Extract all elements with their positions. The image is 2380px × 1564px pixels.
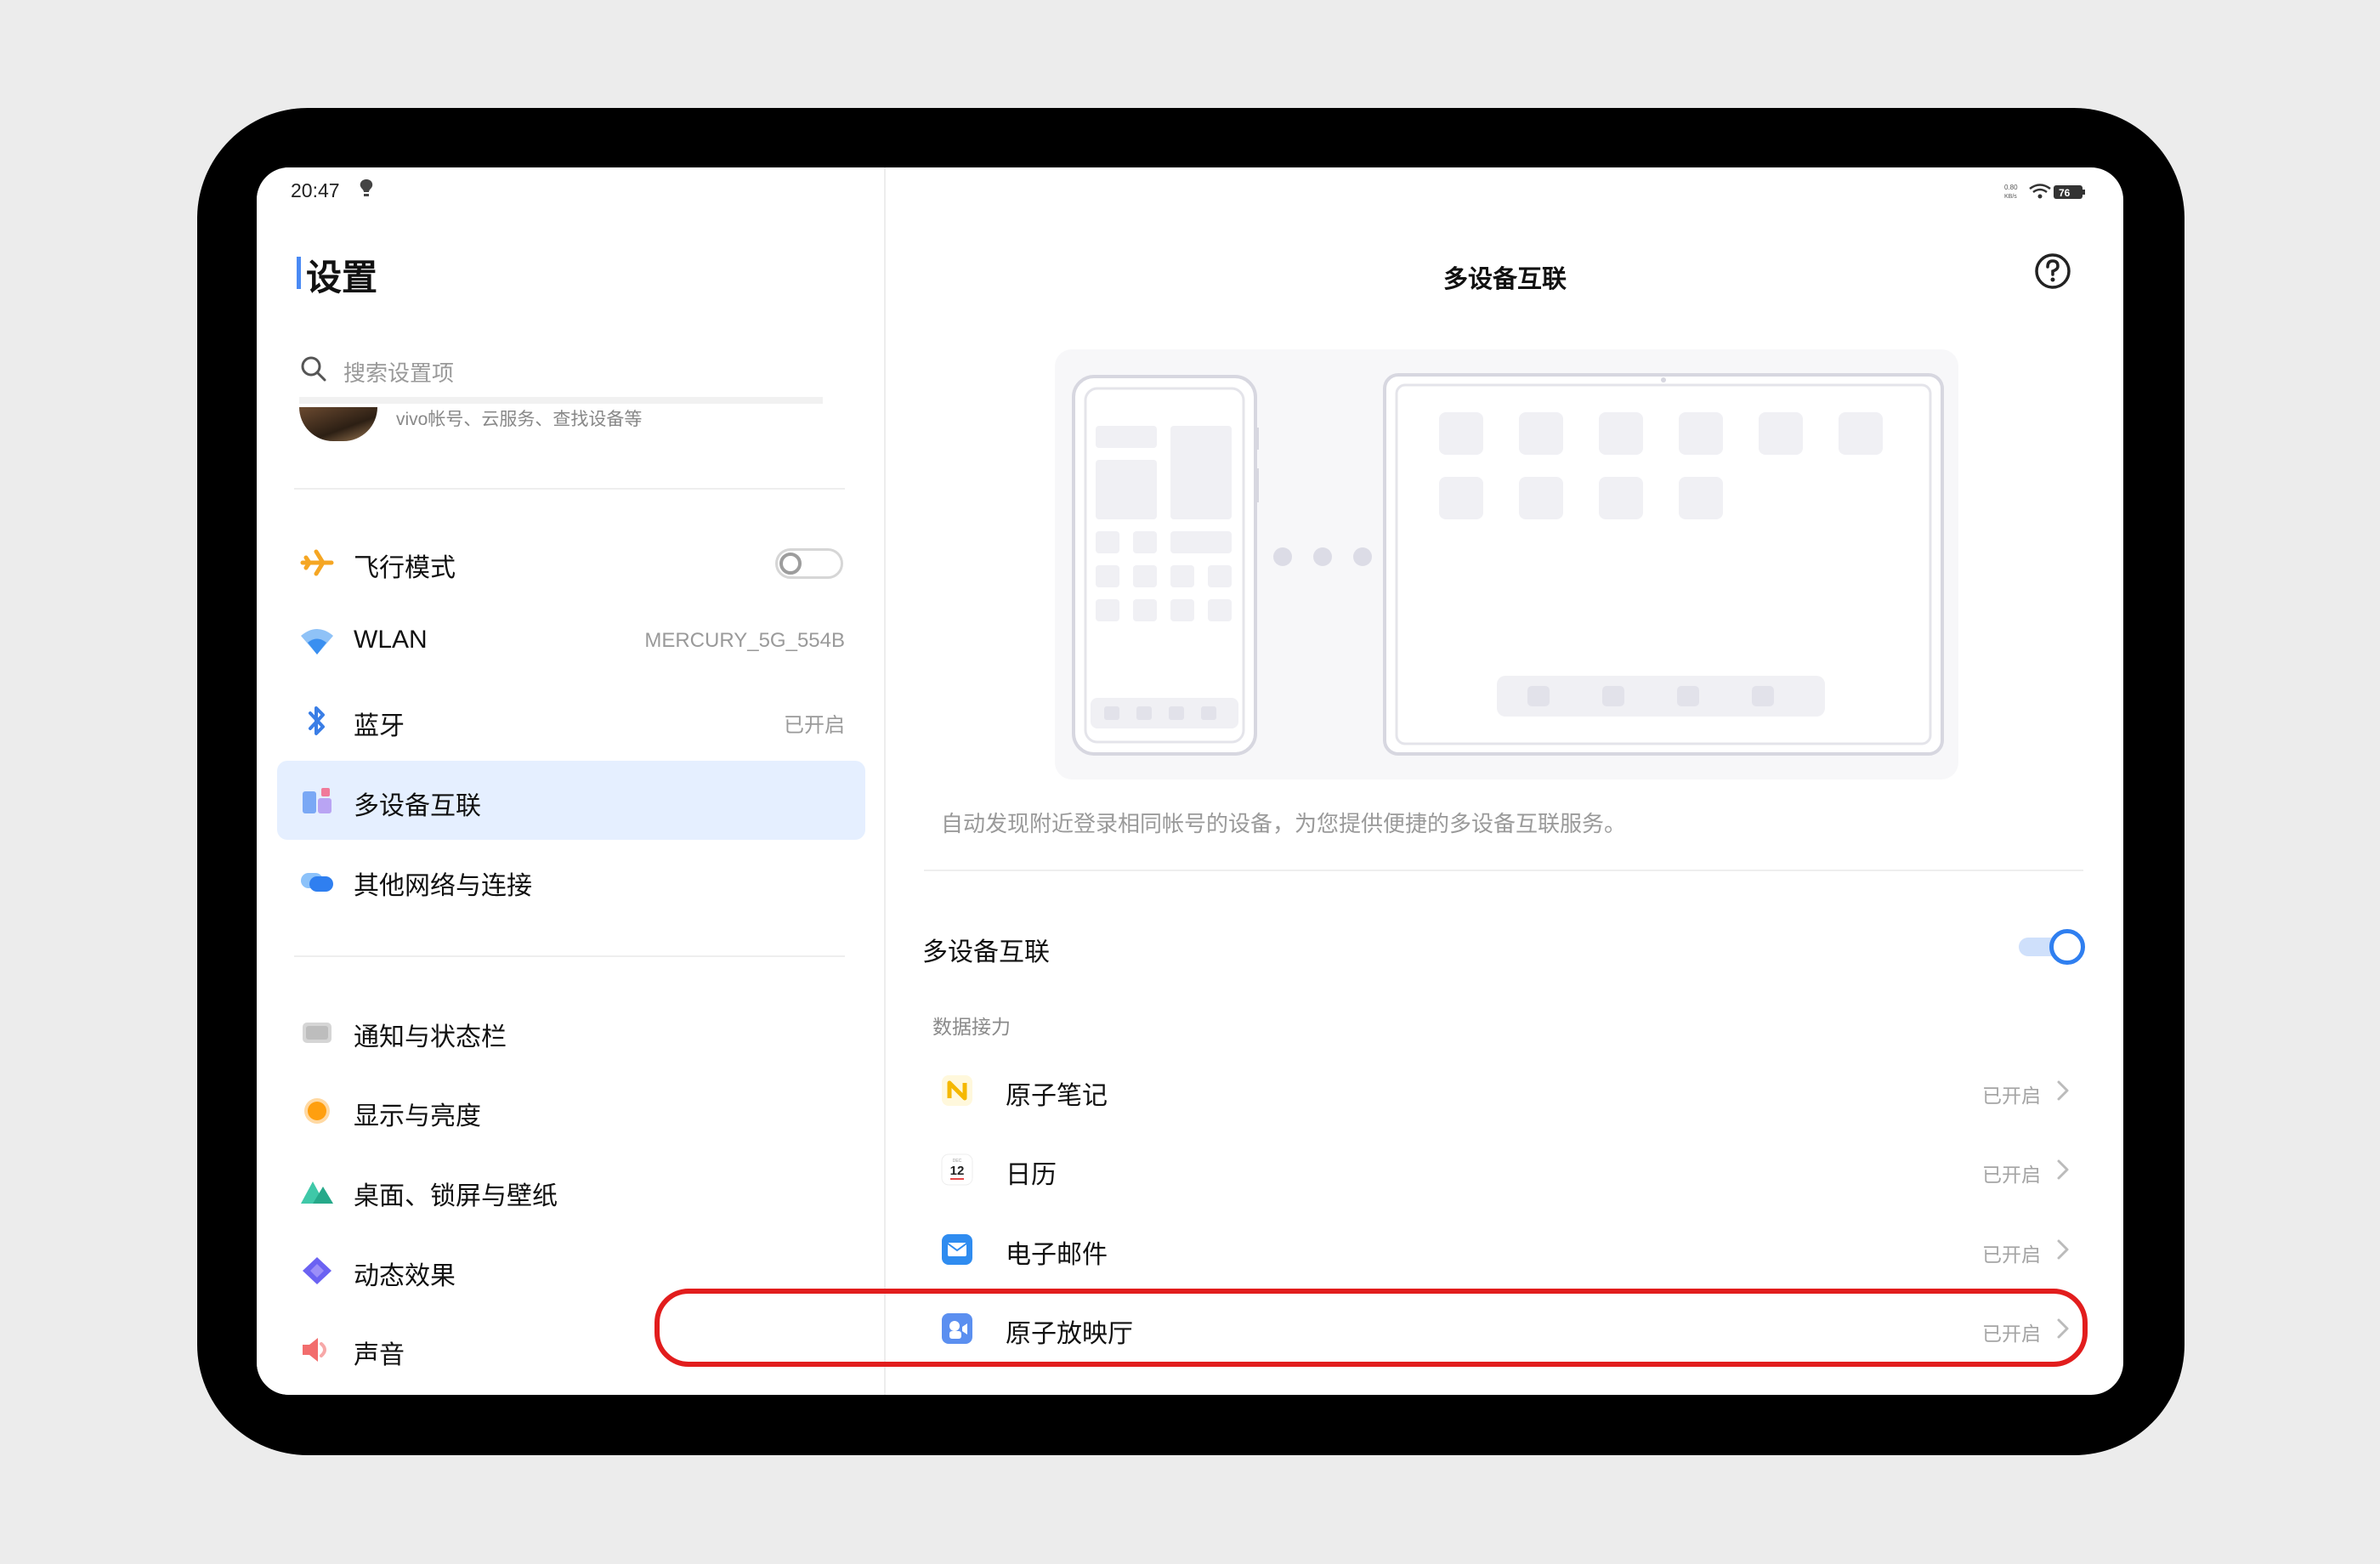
sidebar-item-sound[interactable]: 声音 bbox=[277, 1310, 865, 1389]
app-label: 原子放映厅 bbox=[1006, 1320, 1133, 1348]
app-status: 已开启 bbox=[1982, 1323, 2041, 1345]
main-panel: 0.80 KB/s 76 多设备互联 自动发现附近登录相同帐号的设备，为您提供便… bbox=[887, 167, 2123, 1395]
atom-theater-icon bbox=[942, 1313, 972, 1344]
svg-text:0.80: 0.80 bbox=[2004, 184, 2018, 191]
toggle-label: 多设备互联 bbox=[922, 938, 1050, 966]
app-label: 日历 bbox=[1006, 1161, 1057, 1189]
bulb-icon bbox=[360, 179, 373, 196]
multi-device-illustration bbox=[1055, 349, 1958, 779]
account-subtitle[interactable]: vivo帐号、云服务、查找设备等 bbox=[396, 405, 642, 431]
wallpaper-icon bbox=[301, 1182, 333, 1204]
bluetooth-icon bbox=[309, 706, 325, 735]
sidebar-item-bluetooth[interactable]: 蓝牙 已开启 bbox=[277, 681, 865, 760]
sidebar-item-airplane-mode[interactable]: 飞行模式 bbox=[277, 523, 865, 602]
panel-title: 多设备互联 bbox=[1442, 266, 1567, 293]
sidebar-item-label: 多设备互联 bbox=[354, 792, 481, 820]
feature-description: 自动发现附近登录相同帐号的设备，为您提供便捷的多设备互联服务。 bbox=[941, 811, 1627, 836]
tablet-screen: 20:47 设置 搜索设置项 vivo帐号、云服务、查找设备等 飞行模式 WLA… bbox=[257, 167, 2123, 1395]
search-bar[interactable]: 搜索设置项 bbox=[299, 346, 823, 404]
calendar-icon: DEC 12 bbox=[941, 1153, 973, 1186]
app-row-email[interactable]: 电子邮件 已开启 bbox=[924, 1211, 2088, 1288]
sound-icon bbox=[303, 1338, 326, 1362]
svg-text:76: 76 bbox=[2059, 187, 2071, 199]
sidebar-item-display[interactable]: 显示与亮度 bbox=[277, 1071, 865, 1150]
app-label: 电子邮件 bbox=[1006, 1241, 1108, 1269]
sidebar-item-dynamic-effects[interactable]: 动态效果 bbox=[277, 1231, 865, 1310]
search-icon bbox=[301, 356, 326, 382]
avatar[interactable] bbox=[299, 407, 377, 441]
airplane-icon bbox=[300, 549, 334, 576]
search-input[interactable]: 搜索设置项 bbox=[343, 356, 454, 388]
sidebar-item-label: 动态效果 bbox=[354, 1262, 456, 1290]
wlan-network-name: MERCURY_5G_554B bbox=[644, 629, 845, 652]
chevron-right-icon bbox=[2057, 1239, 2069, 1260]
sidebar-item-label: 蓝牙 bbox=[354, 712, 405, 740]
sidebar-item-label: 声音 bbox=[354, 1341, 405, 1369]
airplane-mode-toggle[interactable] bbox=[775, 548, 843, 579]
app-row-atom-notes[interactable]: 原子笔记 已开启 bbox=[924, 1052, 2088, 1129]
sidebar-item-label: WLAN bbox=[354, 626, 428, 654]
cloud-network-icon bbox=[301, 873, 333, 892]
chevron-right-icon bbox=[2057, 1080, 2069, 1101]
multi-device-icon bbox=[303, 788, 332, 813]
sidebar-item-label: 其他网络与连接 bbox=[354, 872, 532, 900]
bluetooth-status: 已开启 bbox=[784, 714, 845, 737]
app-row-atom-theater[interactable]: 原子放映厅 已开启 bbox=[924, 1290, 2088, 1367]
divider bbox=[294, 955, 845, 957]
email-icon bbox=[942, 1234, 972, 1265]
sidebar-item-label: 通知与状态栏 bbox=[354, 1023, 507, 1051]
settings-sidebar: 20:47 设置 搜索设置项 vivo帐号、云服务、查找设备等 飞行模式 WLA… bbox=[257, 167, 886, 1395]
app-label: 原子笔记 bbox=[1006, 1082, 1108, 1110]
status-icons: 0.80 KB/s 76 bbox=[2004, 184, 2085, 200]
page-title: 设置 bbox=[306, 258, 378, 298]
sidebar-item-label: 显示与亮度 bbox=[354, 1102, 481, 1130]
title-cursor bbox=[297, 257, 301, 289]
atom-notes-icon bbox=[942, 1075, 972, 1106]
section-header: 数据接力 bbox=[932, 1016, 1011, 1038]
sidebar-item-notifications[interactable]: 通知与状态栏 bbox=[277, 992, 865, 1071]
multi-device-toggle-row[interactable]: 多设备互联 bbox=[922, 912, 2087, 980]
chevron-right-icon bbox=[2057, 1318, 2069, 1339]
sidebar-item-label: 飞行模式 bbox=[354, 554, 456, 582]
svg-text:12: 12 bbox=[950, 1164, 965, 1178]
svg-text:KB/s: KB/s bbox=[2004, 194, 2017, 200]
notification-icon bbox=[303, 1023, 332, 1043]
status-time: 20:47 bbox=[291, 179, 340, 201]
sidebar-item-wallpaper[interactable]: 桌面、锁屏与壁纸 bbox=[277, 1151, 865, 1230]
app-status: 已开启 bbox=[1982, 1244, 2041, 1266]
sidebar-item-label: 桌面、锁屏与壁纸 bbox=[354, 1182, 558, 1210]
wifi-icon bbox=[301, 629, 333, 654]
divider bbox=[924, 870, 2083, 871]
divider bbox=[294, 488, 845, 490]
dynamic-effects-icon bbox=[303, 1257, 332, 1284]
sidebar-item-multi-device[interactable]: 多设备互联 bbox=[277, 761, 865, 840]
multi-device-toggle[interactable] bbox=[2019, 929, 2085, 965]
sidebar-item-other-networks[interactable]: 其他网络与连接 bbox=[277, 841, 865, 920]
chevron-right-icon bbox=[2057, 1159, 2069, 1180]
sidebar-item-wlan[interactable]: WLAN MERCURY_5G_554B bbox=[277, 602, 865, 681]
brightness-icon bbox=[304, 1098, 330, 1124]
help-icon[interactable] bbox=[2032, 250, 2074, 292]
app-row-calendar[interactable]: DEC 12 日历 已开启 bbox=[924, 1131, 2088, 1208]
app-status: 已开启 bbox=[1982, 1164, 2041, 1186]
app-status: 已开启 bbox=[1982, 1085, 2041, 1107]
